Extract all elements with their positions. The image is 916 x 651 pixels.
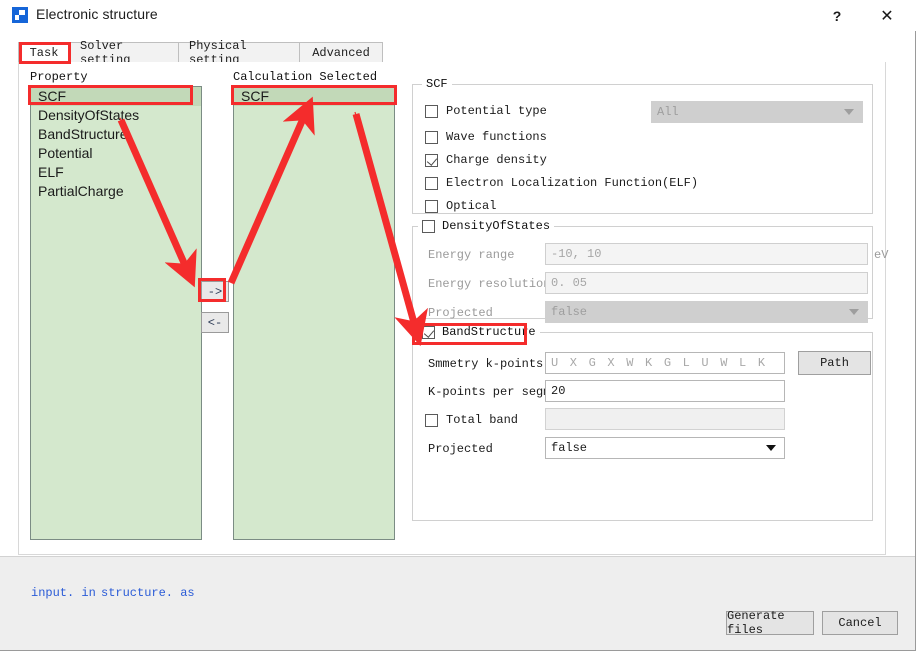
property-item-partialcharge[interactable]: PartialCharge: [31, 182, 201, 201]
scf-group-legend: SCF: [422, 77, 452, 91]
checkbox-label-elf: Electron Localization Function(ELF): [446, 176, 698, 190]
selected-item-scf[interactable]: SCF: [234, 87, 394, 106]
energy-range-input[interactable]: -10, 10: [545, 243, 868, 265]
calculation-selected-list[interactable]: SCF: [233, 86, 395, 540]
checkbox-elf[interactable]: Electron Localization Function(ELF): [425, 176, 698, 190]
symmetry-kpoints-input[interactable]: U X G X W K G L U W L K: [545, 352, 785, 374]
checkbox-label-potential-type: Potential type: [446, 104, 547, 118]
selected-list-label: Calculation Selected: [233, 70, 377, 84]
dos-group: DensityOfStates Energy range -10, 10 eV …: [412, 226, 873, 319]
checkbox-box-densityofstates[interactable]: [422, 220, 435, 233]
tab-advanced[interactable]: Advanced: [299, 42, 383, 63]
property-list[interactable]: SCF DensityOfStates BandStructure Potent…: [30, 86, 202, 540]
checkbox-charge-density[interactable]: Charge density: [425, 153, 547, 167]
checkbox-box-total-band[interactable]: [425, 414, 438, 427]
checkbox-box-elf[interactable]: [425, 177, 438, 190]
symmetry-kpoints-label: Smmetry k-points: [428, 357, 543, 371]
generate-files-button[interactable]: Generate files: [726, 611, 814, 635]
checkbox-label-optical: Optical: [446, 199, 496, 213]
remove-from-selection-button[interactable]: <-: [201, 312, 229, 333]
app-logo-icon: [12, 7, 28, 23]
checkbox-label-wave-functions: Wave functions: [446, 130, 547, 144]
property-list-label: Property: [30, 70, 88, 84]
energy-range-unit: eV: [874, 248, 888, 262]
close-button[interactable]: ✕: [864, 0, 910, 31]
band-projected-label: Projected: [428, 442, 493, 456]
potential-type-value: All: [657, 105, 679, 119]
checkbox-box-wave-functions[interactable]: [425, 131, 438, 144]
property-item-densityofstates[interactable]: DensityOfStates: [31, 106, 201, 125]
link-structure-as[interactable]: structure. as: [101, 586, 195, 600]
title-bar: Electronic structure ? ✕: [0, 0, 916, 31]
checkbox-optical[interactable]: Optical: [425, 199, 496, 213]
band-group-legend[interactable]: BandStructure: [418, 325, 540, 339]
chevron-down-icon: [844, 109, 854, 115]
chevron-down-icon: [849, 309, 859, 315]
property-item-elf[interactable]: ELF: [31, 163, 201, 182]
potential-type-combo[interactable]: All: [651, 101, 863, 123]
dos-projected-value: false: [551, 305, 587, 319]
checkbox-label-total-band: Total band: [446, 413, 518, 427]
checkbox-box-charge-density[interactable]: [425, 154, 438, 167]
window-title: Electronic structure: [36, 6, 158, 22]
energy-range-label: Energy range: [428, 248, 514, 262]
property-item-potential[interactable]: Potential: [31, 144, 201, 163]
chevron-down-icon: [766, 445, 776, 451]
band-projected-value: false: [551, 441, 587, 455]
scf-group: SCF Potential type All Wave functions Ch…: [412, 84, 873, 214]
total-band-input[interactable]: [545, 408, 785, 430]
band-group: BandStructure Smmetry k-points U X G X W…: [412, 332, 873, 521]
checkbox-box-potential-type[interactable]: [425, 105, 438, 118]
tab-task[interactable]: Task: [18, 42, 70, 63]
checkbox-potential-type[interactable]: Potential type: [425, 104, 547, 118]
tab-strip: Task Solver setting Physical setting Adv…: [18, 42, 886, 64]
dialog-window: Electronic structure ? ✕ Task Solver set…: [0, 0, 916, 651]
link-input-in[interactable]: input. in: [31, 586, 96, 600]
tab-physical-setting[interactable]: Physical setting: [178, 42, 300, 63]
footer-bar: input. in structure. as Generate files C…: [0, 556, 915, 650]
band-group-legend-label: BandStructure: [442, 325, 536, 339]
dos-group-legend[interactable]: DensityOfStates: [418, 219, 554, 233]
add-to-selection-button[interactable]: ->: [201, 281, 229, 302]
property-item-scf[interactable]: SCF: [31, 87, 201, 106]
kpoints-per-segment-input[interactable]: 20: [545, 380, 785, 402]
help-button[interactable]: ?: [814, 0, 860, 31]
dos-group-legend-label: DensityOfStates: [442, 219, 550, 233]
property-item-bandstructure[interactable]: BandStructure: [31, 125, 201, 144]
checkbox-wave-functions[interactable]: Wave functions: [425, 130, 547, 144]
checkbox-total-band[interactable]: Total band: [425, 413, 518, 427]
checkbox-box-optical[interactable]: [425, 200, 438, 213]
dos-projected-combo[interactable]: false: [545, 301, 868, 323]
path-button[interactable]: Path: [798, 351, 871, 375]
cancel-button[interactable]: Cancel: [822, 611, 898, 635]
tab-solver-setting[interactable]: Solver setting: [69, 42, 179, 63]
checkbox-label-charge-density: Charge density: [446, 153, 547, 167]
task-tab-panel: Property SCF DensityOfStates BandStructu…: [18, 62, 886, 555]
energy-resolution-label: Energy resolution: [428, 277, 550, 291]
energy-resolution-input[interactable]: 0. 05: [545, 272, 868, 294]
checkbox-box-bandstructure[interactable]: [422, 326, 435, 339]
band-projected-combo[interactable]: false: [545, 437, 785, 459]
dos-projected-label: Projected: [428, 306, 493, 320]
